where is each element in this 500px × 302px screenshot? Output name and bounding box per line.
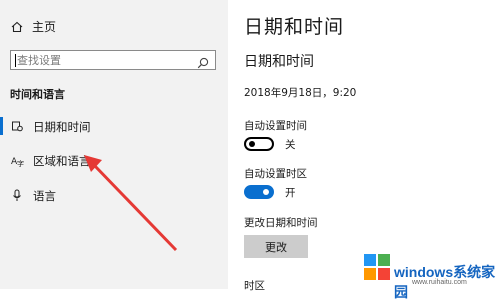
auto-timezone-state: 开 [285, 187, 296, 199]
sidebar: 主页 时间和语言 日期和时间 A字 区域和语言 语言 [0, 0, 228, 289]
auto-timezone-toggle[interactable] [244, 185, 274, 199]
home-icon [10, 21, 24, 33]
timezone-label: 时区 [244, 280, 265, 292]
text-cursor [15, 54, 16, 67]
change-button[interactable]: 更改 [244, 235, 308, 258]
page-title: 日期和时间 [244, 16, 345, 38]
auto-time-state: 关 [285, 139, 296, 151]
home-link[interactable]: 主页 [10, 18, 56, 35]
svg-text:字: 字 [17, 159, 24, 167]
search-box[interactable] [10, 50, 216, 70]
sidebar-item-speech[interactable]: 语言 [0, 184, 228, 206]
current-datetime: 2018年9月18日，9:20 [244, 87, 357, 99]
section-title: 时间和语言 [10, 88, 65, 101]
sidebar-item-label: 日期和时间 [33, 120, 91, 134]
watermark: windows系统家园 www.ruihaitu.com [360, 245, 500, 300]
toggle-knob [263, 189, 269, 195]
microphone-icon [10, 188, 24, 202]
change-datetime-label: 更改日期和时间 [244, 217, 318, 229]
auto-time-label: 自动设置时间 [244, 120, 307, 132]
toggle-knob [249, 141, 255, 147]
region-language-icon: A字 [10, 153, 24, 167]
sidebar-item-region-language[interactable]: A字 区域和语言 [0, 149, 228, 171]
auto-timezone-label: 自动设置时区 [244, 168, 307, 180]
windows-logo-icon [364, 254, 390, 280]
watermark-url: www.ruihaitu.com [412, 279, 467, 286]
search-icon[interactable] [197, 54, 209, 73]
sidebar-item-label: 语言 [33, 189, 56, 203]
section-heading: 日期和时间 [244, 54, 314, 70]
search-input[interactable] [17, 52, 187, 68]
sidebar-item-label: 区域和语言 [33, 154, 91, 168]
sidebar-item-date-time[interactable]: 日期和时间 [0, 115, 228, 137]
auto-time-toggle[interactable] [244, 137, 274, 151]
active-indicator [0, 117, 3, 135]
calendar-clock-icon [10, 119, 24, 133]
home-label: 主页 [32, 20, 57, 34]
